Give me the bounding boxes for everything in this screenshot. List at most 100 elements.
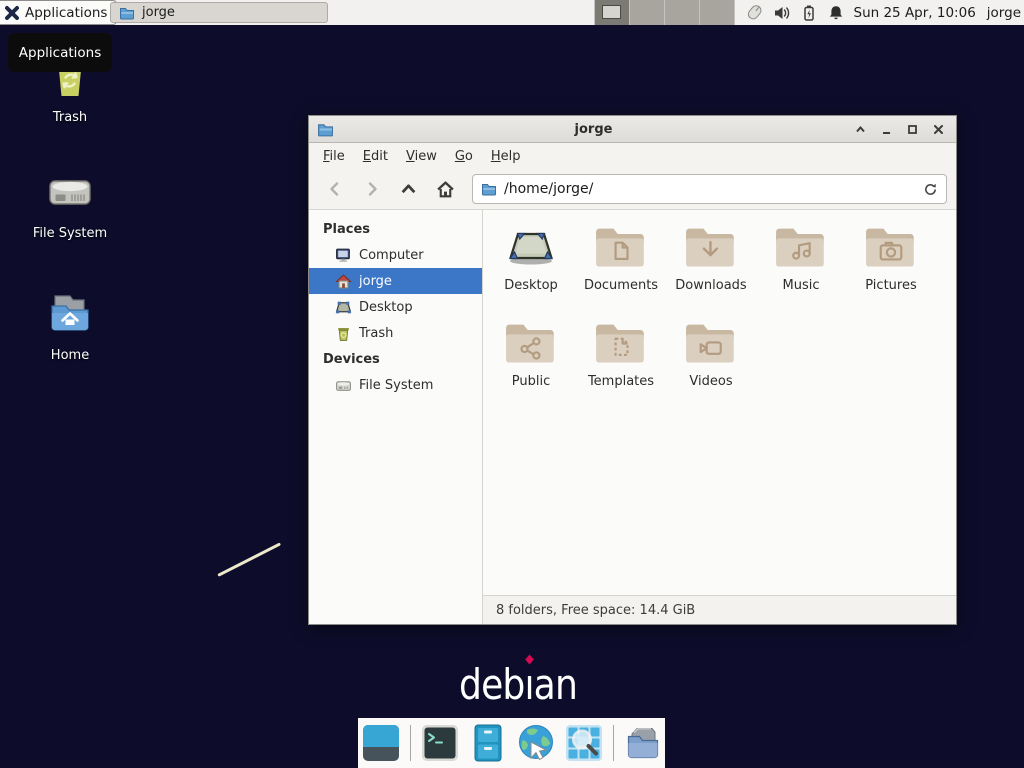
folder-label: Documents <box>584 278 658 293</box>
folder-item-public[interactable]: Public <box>486 316 576 412</box>
sidebar-item-label: File System <box>359 378 433 393</box>
path-text[interactable]: /home/jorge/ <box>504 181 916 197</box>
menu-help[interactable]: Help <box>482 145 530 168</box>
desktop-icon-label: File System <box>18 226 122 241</box>
web-browser-button[interactable] <box>517 724 555 762</box>
folder-stack-icon <box>624 724 662 762</box>
folder-item-music[interactable]: Music <box>756 220 846 316</box>
folder-item-desktop[interactable]: Desktop <box>486 220 576 316</box>
pictures-folder-icon <box>865 225 917 269</box>
reload-icon[interactable] <box>923 182 938 197</box>
show-desktop-icon <box>362 724 400 762</box>
desktop-surface-icon <box>505 225 557 269</box>
clock[interactable]: Sun 25 Apr, 10:06 <box>854 5 976 21</box>
desktop-line-artifact <box>217 542 281 576</box>
path-folder-icon <box>481 181 497 197</box>
templates-folder-icon <box>595 321 647 365</box>
trash-icon <box>335 325 352 342</box>
workspace-4[interactable] <box>700 0 735 25</box>
applications-tooltip: Applications <box>8 33 112 72</box>
sidebar-item-label: Computer <box>359 248 424 263</box>
applications-menu-button[interactable]: Applications <box>0 0 117 25</box>
terminal-button[interactable] <box>421 724 459 762</box>
workspace-switcher[interactable] <box>594 0 735 25</box>
system-tray <box>745 3 845 22</box>
workspace-2[interactable] <box>630 0 665 25</box>
debian-logo: debıan <box>459 660 577 709</box>
menu-view[interactable]: View <box>397 145 446 168</box>
app-finder-button[interactable] <box>565 724 603 762</box>
home-icon <box>335 273 352 290</box>
folder-item-documents[interactable]: Documents <box>576 220 666 316</box>
music-folder-icon <box>775 225 827 269</box>
sidebar-item-label: Desktop <box>359 300 413 315</box>
taskbar-window-label: jorge <box>142 5 175 20</box>
app-finder-icon <box>565 724 603 762</box>
folder-item-pictures[interactable]: Pictures <box>846 220 936 316</box>
forward-button[interactable] <box>355 174 388 204</box>
menubar: File Edit View Go Help <box>309 143 956 169</box>
desktop-icon-home[interactable]: Home <box>18 288 122 363</box>
sidebar-item-label: jorge <box>359 274 392 289</box>
top-panel: Applications jorge <box>0 0 1024 25</box>
file-cabinet-icon <box>469 724 507 762</box>
path-bar[interactable]: /home/jorge/ <box>472 174 947 204</box>
folder-label: Desktop <box>504 278 558 293</box>
shade-button[interactable] <box>853 122 867 136</box>
close-button[interactable] <box>931 122 945 136</box>
videos-folder-icon <box>685 321 737 365</box>
user-menu[interactable]: jorge <box>987 5 1021 21</box>
menu-file[interactable]: File <box>314 145 354 168</box>
folder-label: Downloads <box>675 278 746 293</box>
up-button[interactable] <box>392 174 425 204</box>
terminal-icon <box>421 724 459 762</box>
xfce-logo-icon <box>4 5 20 21</box>
desktop-icon-label: Trash <box>18 110 122 125</box>
maximize-button[interactable] <box>905 122 919 136</box>
computer-icon <box>335 247 352 264</box>
mouse-icon[interactable] <box>745 3 764 22</box>
folder-label: Pictures <box>865 278 916 293</box>
menu-edit[interactable]: Edit <box>354 145 397 168</box>
volume-icon[interactable] <box>773 4 791 22</box>
sidebar-item-file-system[interactable]: File System <box>309 372 482 398</box>
folder-item-videos[interactable]: Videos <box>666 316 756 412</box>
titlebar[interactable]: jorge <box>309 116 956 143</box>
hard-drive-icon <box>335 377 352 394</box>
show-desktop-button[interactable] <box>362 724 400 762</box>
sidebar-item-jorge[interactable]: jorge <box>309 268 482 294</box>
toolbar: /home/jorge/ <box>309 169 956 210</box>
battery-icon[interactable] <box>800 4 818 22</box>
sidebar-item-computer[interactable]: Computer <box>309 242 482 268</box>
file-manager-window: jorge File Edit View Go Help <box>308 115 957 625</box>
dock-separator <box>613 725 614 761</box>
dock-separator <box>410 725 411 761</box>
file-manager-button[interactable] <box>469 724 507 762</box>
workspace-3[interactable] <box>665 0 700 25</box>
sidebar-item-desktop[interactable]: Desktop <box>309 294 482 320</box>
workspace-1[interactable] <box>595 0 630 25</box>
sidebar: Places Computer <box>309 210 483 624</box>
desktop: Applications jorge <box>0 0 1024 768</box>
folder-label: Public <box>512 374 550 389</box>
sidebar-item-trash[interactable]: Trash <box>309 320 482 346</box>
taskbar-window-button[interactable]: jorge <box>110 2 328 23</box>
folder-item-downloads[interactable]: Downloads <box>666 220 756 316</box>
web-browser-globe-icon <box>517 724 555 762</box>
minimize-button[interactable] <box>879 122 893 136</box>
icon-view: Desktop Documents <box>483 210 956 595</box>
folder-shortcut-button[interactable] <box>624 724 662 762</box>
folder-item-templates[interactable]: Templates <box>576 316 666 412</box>
folder-icon <box>119 5 135 21</box>
home-button[interactable] <box>429 174 462 204</box>
desktop-icon-label: Home <box>18 348 122 363</box>
window-controls <box>853 122 948 136</box>
desktop-icon <box>335 299 352 316</box>
menu-go[interactable]: Go <box>446 145 482 168</box>
back-button[interactable] <box>318 174 351 204</box>
desktop-icon-file-system[interactable]: File System <box>18 168 122 241</box>
folder-label: Videos <box>689 374 732 389</box>
sidebar-item-label: Trash <box>359 326 393 341</box>
hard-drive-icon <box>45 168 95 218</box>
notifications-bell-icon[interactable] <box>827 4 845 22</box>
